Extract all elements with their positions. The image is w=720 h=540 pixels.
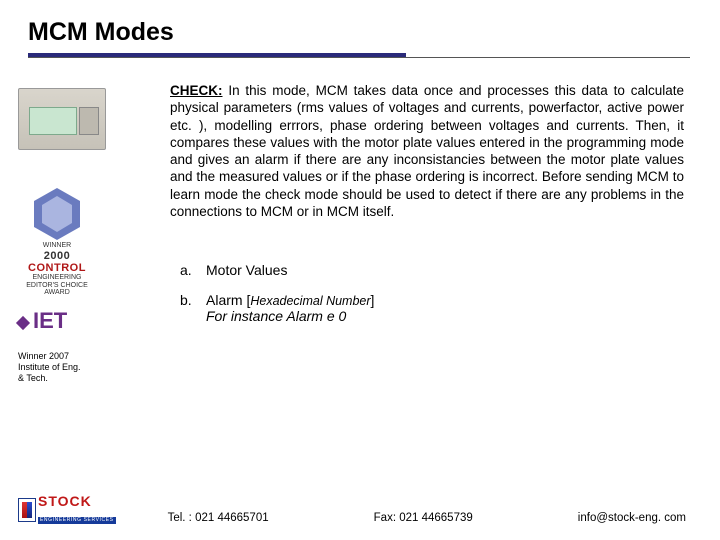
main-content: CHECK: In this mode, MCM takes data once… [170,82,684,338]
winner-caption: Winner 2007 Institute of Eng. & Tech. [18,351,128,383]
contact-row: Tel. : 021 44665701 Fax: 021 44665739 in… [146,512,692,526]
list-letter-a: a. [170,262,206,278]
award-badge: WINNER 2000 CONTROL ENGINEERING EDITOR'S… [20,188,94,274]
list-item-b: b. Alarm [Hexadecimal Number] For instan… [170,292,684,324]
check-paragraph: CHECK: In this mode, MCM takes data once… [170,82,684,220]
list-item-a: a. Motor Values [170,262,684,278]
contact-tel: Tel. : 021 44665701 [168,512,269,524]
alarm-hex: Hexadecimal Number [250,294,370,308]
stock-logo: STOCK ENGINEERING SERVICES [18,494,116,526]
winner-l3: & Tech. [18,373,128,384]
alarm-example: For instance Alarm e 0 [206,308,346,324]
page-title: MCM Modes [28,18,720,47]
check-body: In this mode, MCM takes data once and pr… [170,83,684,219]
stock-mark-icon [18,498,36,522]
list-body-b: Alarm [Hexadecimal Number] For instance … [206,292,684,324]
device-image [18,88,106,150]
stock-brand-sub: ENGINEERING SERVICES [38,517,116,524]
award-sub: ENGINEERING [20,274,94,282]
list-letter-b: b. [170,292,206,324]
list-body-a: Motor Values [206,262,684,278]
contact-email: info@stock-eng. com [578,512,686,524]
alarm-close: ] [371,292,375,308]
sidebar: WINNER 2000 CONTROL ENGINEERING EDITOR'S… [18,88,128,383]
alarm-lead: Alarm [ [206,292,250,308]
award-ribbon-icon [34,188,80,240]
footer: STOCK ENGINEERING SERVICES Tel. : 021 44… [0,494,720,526]
contact-fax: Fax: 021 44665739 [374,512,473,524]
award-choice: EDITOR'S CHOICE AWARD [20,282,94,297]
title-rule-thin [28,57,690,58]
iet-logo-block: IET . [18,310,128,343]
winner-l1: Winner 2007 [18,351,128,362]
iet-diamond-icon [16,316,30,330]
check-label: CHECK: [170,83,223,98]
check-list: a. Motor Values b. Alarm [Hexadecimal Nu… [170,262,684,324]
award-mag: CONTROL [20,262,94,274]
award-year: 2000 [20,250,94,262]
iet-letters: IET [33,310,67,332]
stock-brand: STOCK [38,494,116,508]
winner-l2: Institute of Eng. [18,362,128,373]
award-winner: WINNER [20,242,94,250]
